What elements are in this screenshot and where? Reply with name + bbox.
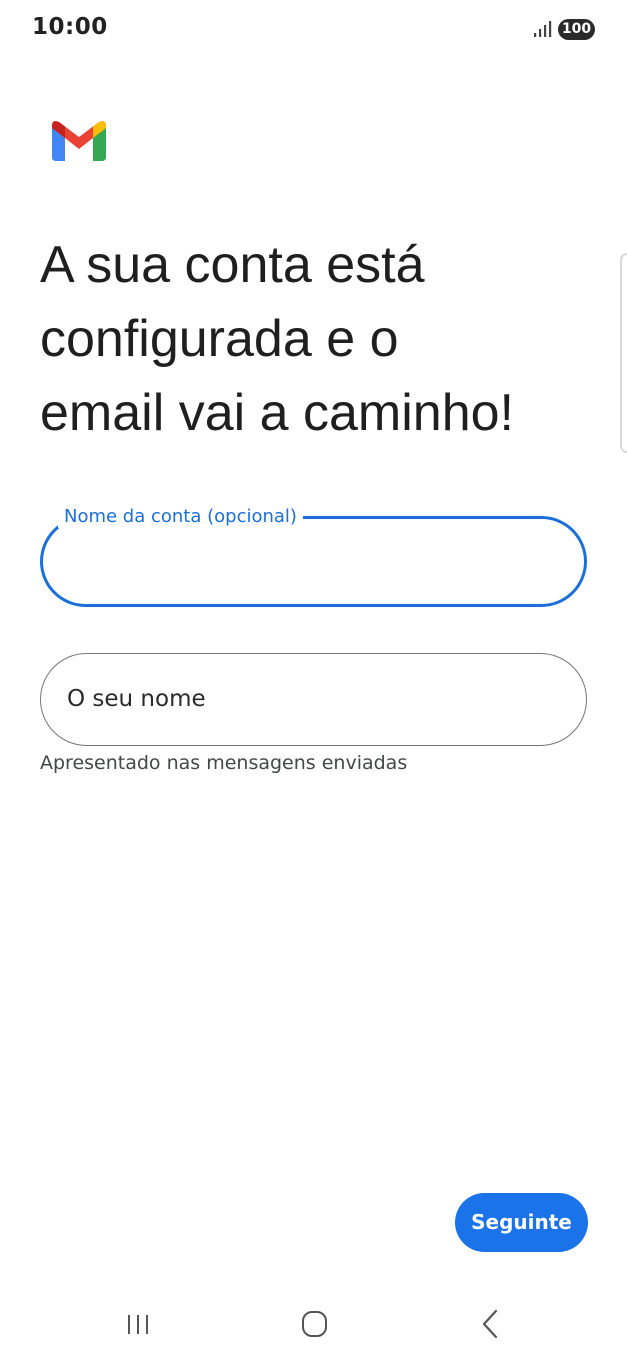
- next-button[interactable]: Seguinte: [455, 1193, 588, 1252]
- account-name-input[interactable]: [40, 516, 587, 607]
- title-line-3: email vai a caminho!: [40, 384, 514, 442]
- title-line-1: A sua conta está: [40, 236, 425, 294]
- page-title: A sua conta está configurada e o email v…: [40, 228, 600, 450]
- battery-badge: 100: [558, 19, 595, 40]
- recent-apps-icon[interactable]: [118, 1307, 158, 1341]
- status-bar: 10:00 100: [0, 0, 627, 58]
- edge-panel-handle[interactable]: [620, 253, 627, 453]
- back-icon[interactable]: [470, 1304, 510, 1344]
- gmail-logo-icon: [52, 121, 106, 161]
- your-name-helper-text: Apresentado nas mensagens enviadas: [40, 752, 408, 774]
- your-name-placeholder: O seu nome: [67, 686, 206, 712]
- navigation-bar: [0, 1290, 627, 1360]
- status-time: 10:00: [32, 14, 108, 40]
- title-line-2: configurada e o: [40, 310, 399, 368]
- your-name-input[interactable]: O seu nome: [40, 653, 587, 746]
- signal-bars-icon: [534, 21, 552, 37]
- screen: 10:00 100 A sua conta está configurada e…: [0, 0, 627, 1360]
- home-icon[interactable]: [294, 1304, 334, 1344]
- account-name-label: Nome da conta (opcional): [58, 506, 303, 528]
